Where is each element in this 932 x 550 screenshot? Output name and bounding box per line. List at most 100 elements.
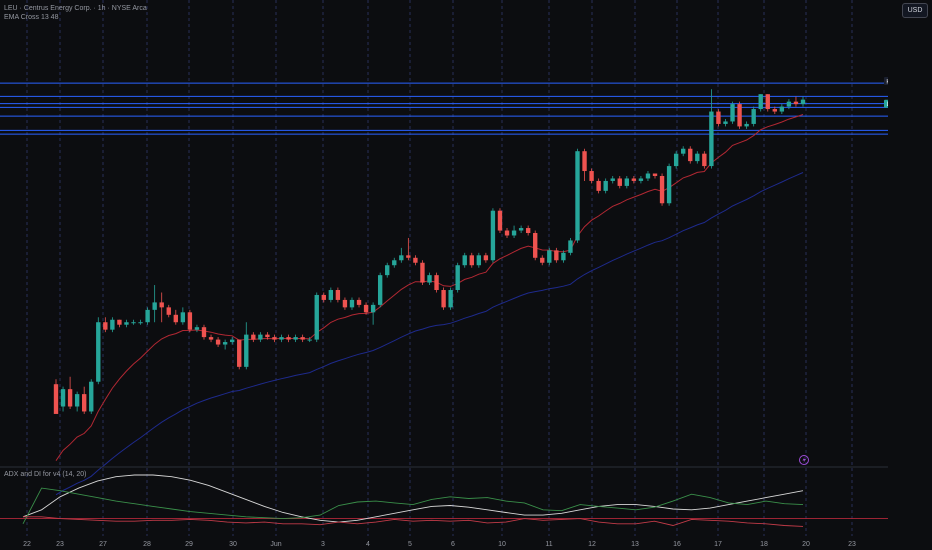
candle xyxy=(300,334,305,343)
candle-body xyxy=(681,148,686,154)
candle-body xyxy=(603,180,608,191)
candle xyxy=(342,297,348,310)
candle xyxy=(60,386,66,412)
candlestick-series[interactable] xyxy=(53,89,806,414)
candle xyxy=(645,171,651,181)
candle xyxy=(779,104,785,115)
time-tick-label: 29 xyxy=(185,541,193,548)
candle xyxy=(293,334,298,343)
candle-body xyxy=(540,257,545,263)
candle xyxy=(793,96,799,107)
time-tick-label: 23 xyxy=(848,541,856,548)
candle xyxy=(258,332,263,343)
candle-body xyxy=(547,250,552,263)
adx-legend[interactable]: ADX and DI for v4 (14, 20) xyxy=(4,470,86,479)
candle-body xyxy=(568,240,573,253)
candle xyxy=(596,178,601,194)
candle-body xyxy=(772,109,777,112)
candle xyxy=(356,297,362,308)
candle xyxy=(624,175,630,189)
candle-body xyxy=(110,319,115,330)
time-tick-label: 11 xyxy=(545,541,552,548)
candle-body xyxy=(180,312,186,323)
ema-fast-line xyxy=(55,114,804,461)
candle-body xyxy=(215,339,221,345)
candle xyxy=(554,247,559,263)
candle-body xyxy=(786,101,792,107)
time-tick-label: 28 xyxy=(143,541,151,548)
candle xyxy=(131,319,136,325)
candle-body xyxy=(455,265,460,291)
candle-body xyxy=(497,210,503,231)
candle-body xyxy=(300,337,305,340)
candle xyxy=(547,247,552,266)
candle xyxy=(251,332,256,343)
candle-body xyxy=(476,255,482,266)
vertical-gridlines xyxy=(26,0,853,536)
candle-body xyxy=(427,275,432,283)
time-tick-label: 13 xyxy=(631,541,639,548)
chart-canvas[interactable]: 100.00104.00108.00112.00116.00120.00124.… xyxy=(0,0,932,550)
time-tick-label: 18 xyxy=(760,541,768,548)
candle-body xyxy=(187,312,193,330)
time-tick-label: 5 xyxy=(408,541,412,548)
candle xyxy=(187,309,193,333)
symbol-legend[interactable]: LEU · Centrus Energy Corp. · 1h · NYSE A… xyxy=(4,4,147,13)
candle xyxy=(392,257,397,268)
candle xyxy=(476,252,482,268)
candle-body xyxy=(554,250,559,261)
candle-body xyxy=(272,337,277,340)
candle xyxy=(145,307,150,325)
time-axis[interactable]: 22 23 27 28 29 30 Jun 3 4 5 6 10 11 12 13 16 17 18 20 23 xyxy=(23,541,856,548)
candle-body xyxy=(356,299,362,305)
candle-body xyxy=(793,101,799,105)
time-tick-label: 27 xyxy=(99,541,107,548)
candle-body xyxy=(624,178,630,186)
candle-body xyxy=(307,339,312,341)
horizontal-levels xyxy=(0,82,888,135)
candle-body xyxy=(349,299,355,308)
ema-legend[interactable]: EMA Cross 13 48 xyxy=(4,13,58,22)
candle-body xyxy=(659,175,665,204)
candle xyxy=(483,252,489,263)
candle-body xyxy=(328,290,334,300)
candle-body xyxy=(420,262,425,283)
candle-body xyxy=(124,322,129,325)
candle-body xyxy=(518,228,524,231)
candle-body xyxy=(229,339,235,343)
currency-button[interactable]: USD xyxy=(902,3,928,18)
candle-body xyxy=(385,265,390,276)
candle xyxy=(138,319,143,325)
candle xyxy=(518,225,524,233)
candle xyxy=(124,319,129,328)
candle-body xyxy=(314,294,319,340)
candle xyxy=(744,121,749,129)
lightning-icon-bolt xyxy=(802,456,806,464)
candle xyxy=(53,379,59,414)
time-tick-label: 20 xyxy=(802,541,810,548)
time-tick-label: 6 xyxy=(451,541,455,548)
candle-body xyxy=(335,290,341,300)
candle xyxy=(222,339,228,350)
candle-body xyxy=(561,252,566,261)
candle-body xyxy=(103,322,108,330)
candle-body xyxy=(441,290,446,308)
candle xyxy=(575,148,580,243)
candle xyxy=(652,173,658,179)
candle xyxy=(434,272,439,293)
candle-body xyxy=(237,339,242,367)
candle xyxy=(208,334,214,343)
candle xyxy=(103,317,108,333)
candle-body xyxy=(723,121,728,124)
time-tick-label: 30 xyxy=(229,541,237,548)
candle xyxy=(511,225,517,238)
candle-body xyxy=(96,322,101,382)
candle xyxy=(152,285,157,323)
time-tick-label: 23 xyxy=(56,541,64,548)
candle xyxy=(74,391,80,412)
candle xyxy=(96,317,101,385)
candle-body xyxy=(392,260,397,266)
candle-body xyxy=(377,275,383,305)
candle-body xyxy=(462,255,467,266)
candle xyxy=(420,260,425,286)
